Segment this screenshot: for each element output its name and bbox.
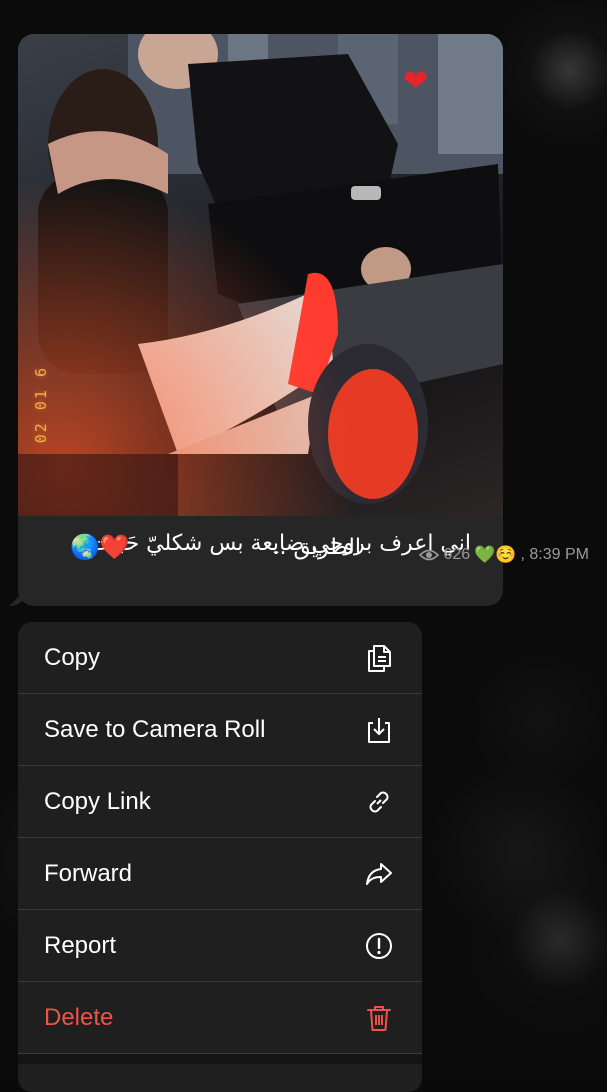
views-count: 626: [443, 546, 470, 564]
menu-item-label: Copy Link: [44, 788, 151, 816]
caption-emojis: 🌏❤️: [70, 534, 130, 562]
context-menu: Copy Save to Camera Roll Copy Link: [18, 622, 422, 1092]
forward-arrow-icon: [362, 857, 396, 891]
menu-item-save-to-camera-roll[interactable]: Save to Camera Roll: [18, 694, 422, 766]
message-bubble[interactable]: 02 01 6 ❤ اني اعرف بروحي ضايعة بس شكليّ …: [18, 34, 503, 606]
menu-item-forward[interactable]: Forward: [18, 838, 422, 910]
message-photo[interactable]: 02 01 6 ❤: [18, 34, 503, 516]
message-meta: 626 💚☺️ , 8:39 PM: [419, 545, 589, 565]
menu-item-copy-link[interactable]: Copy Link: [18, 766, 422, 838]
save-download-icon: [362, 713, 396, 747]
message-time: , 8:39 PM: [521, 546, 589, 564]
menu-item-label: Save to Camera Roll: [44, 716, 265, 744]
menu-extra-section: [18, 1064, 422, 1092]
menu-item-label: Forward: [44, 860, 132, 888]
message-caption-line2: الطريق ..: [273, 533, 361, 563]
photo-illustration: [18, 34, 503, 516]
link-icon: [362, 785, 396, 819]
menu-section-divider: [18, 1054, 422, 1064]
trash-icon: [362, 1001, 396, 1035]
photo-date-stamp: 02 01 6: [32, 366, 50, 443]
copy-icon: [362, 641, 396, 675]
red-heart-sticker-icon: ❤: [403, 67, 428, 97]
report-exclamation-icon: [362, 929, 396, 963]
views-eye-icon: [419, 548, 439, 562]
menu-item-delete[interactable]: Delete: [18, 982, 422, 1054]
menu-item-label: Copy: [44, 644, 100, 672]
reaction-emojis[interactable]: 💚☺️: [474, 545, 516, 565]
menu-item-copy[interactable]: Copy: [18, 622, 422, 694]
menu-item-label: Delete: [44, 1004, 113, 1032]
menu-item-report[interactable]: Report: [18, 910, 422, 982]
menu-item-label: Report: [44, 932, 116, 960]
